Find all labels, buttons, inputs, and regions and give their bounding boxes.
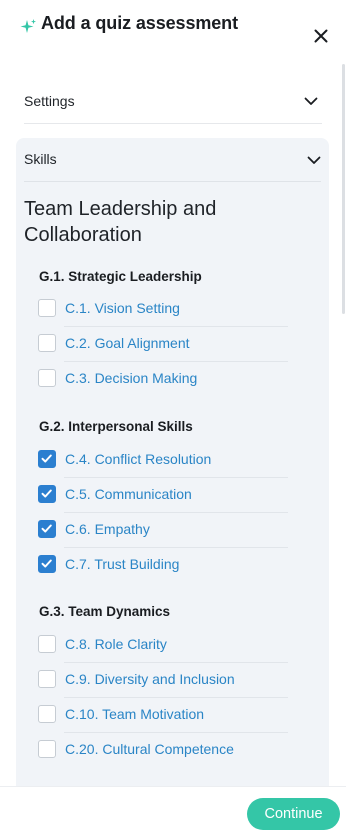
chevron-down-icon <box>307 156 321 164</box>
skills-accordion: Skills Team Leadership and Collaboration… <box>16 138 329 798</box>
checkbox-checked[interactable] <box>38 485 56 503</box>
skill-checkbox-item[interactable]: C.4. Conflict Resolution <box>38 443 288 478</box>
skill-label: C.7. Trust Building <box>65 556 180 572</box>
group-title: G.2. Interpersonal Skills <box>39 419 193 434</box>
skill-label: C.6. Empathy <box>65 521 150 537</box>
skill-label: C.10. Team Motivation <box>65 706 205 722</box>
skill-checkbox-item[interactable]: C.2. Goal Alignment <box>38 327 288 362</box>
checkmark-icon <box>41 489 52 498</box>
skill-label: C.20. Cultural Competence <box>65 741 234 757</box>
page-title: Add a quiz assessment <box>41 13 238 33</box>
settings-label: Settings <box>24 93 75 109</box>
continue-button[interactable]: Continue <box>247 798 340 830</box>
group-title: G.1. Strategic Leadership <box>39 269 202 284</box>
checkbox-checked[interactable] <box>38 520 56 538</box>
skill-checkbox-item[interactable]: C.10. Team Motivation <box>38 698 288 733</box>
group-title: G.3. Team Dynamics <box>39 604 171 619</box>
checkmark-icon <box>41 524 52 533</box>
skills-label: Skills <box>24 151 57 167</box>
checkbox[interactable] <box>38 369 56 387</box>
skill-label: C.8. Role Clarity <box>65 636 167 652</box>
skill-label: C.4. Conflict Resolution <box>65 451 212 467</box>
checkbox[interactable] <box>38 635 56 653</box>
skill-checkbox-item[interactable]: C.9. Diversity and Inclusion <box>38 663 288 698</box>
checkbox[interactable] <box>38 670 56 688</box>
skill-label: C.1. Vision Setting <box>65 300 180 316</box>
sparkle-icon <box>20 19 36 33</box>
skill-checkbox-item[interactable]: C.6. Empathy <box>38 513 288 548</box>
checkbox[interactable] <box>38 334 56 352</box>
close-icon <box>314 29 328 43</box>
skill-checkbox-item[interactable]: C.3. Decision Making <box>38 362 288 397</box>
chevron-down-icon <box>304 97 318 105</box>
checkbox-checked[interactable] <box>38 555 56 573</box>
skill-checkbox-item[interactable]: C.20. Cultural Competence <box>38 733 288 768</box>
skill-checkbox-item[interactable]: C.7. Trust Building <box>38 548 288 583</box>
checkmark-icon <box>41 559 52 568</box>
checkmark-icon <box>41 454 52 463</box>
close-button[interactable] <box>309 24 333 48</box>
skill-checkbox-item[interactable]: C.5. Communication <box>38 478 288 513</box>
footer-bar: Continue <box>0 786 346 840</box>
quiz-assessment-panel: Add a quiz assessment Settings Skills Te… <box>0 0 346 840</box>
skill-label: C.5. Communication <box>65 486 192 502</box>
scrollbar[interactable] <box>342 64 345 314</box>
skill-label: C.2. Goal Alignment <box>65 335 190 351</box>
skill-checkbox-item[interactable]: C.8. Role Clarity <box>38 628 288 663</box>
checkbox[interactable] <box>38 705 56 723</box>
panel-header: Add a quiz assessment <box>0 0 346 64</box>
skill-label: C.9. Diversity and Inclusion <box>65 671 235 687</box>
skill-checkbox-item[interactable]: C.1. Vision Setting <box>38 292 288 327</box>
checkbox[interactable] <box>38 299 56 317</box>
skill-label: C.3. Decision Making <box>65 370 198 386</box>
section-title: Team Leadership and Collaboration <box>24 198 217 246</box>
settings-accordion[interactable]: Settings <box>24 84 322 124</box>
checkbox-checked[interactable] <box>38 450 56 468</box>
skills-accordion-header[interactable]: Skills <box>24 146 321 182</box>
checkbox[interactable] <box>38 740 56 758</box>
